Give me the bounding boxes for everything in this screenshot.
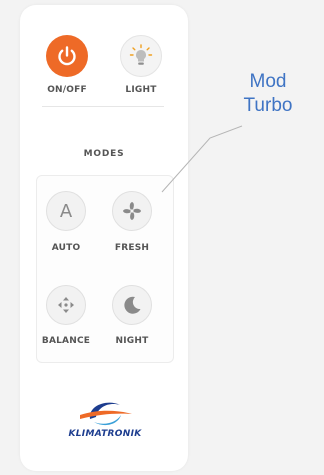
callout-label: Mod Turbo [228,70,308,118]
power-button[interactable] [46,35,88,77]
mode-auto-button[interactable]: A [46,191,86,231]
remote-control: ON/OFF LIGHT MODES A AUTO FRESH BALANCE … [20,5,188,471]
divider [42,106,164,107]
callout-line-2: Turbo [243,95,293,116]
balance-icon [58,297,74,313]
power-label: ON/OFF [47,85,87,95]
mode-night-button[interactable] [112,285,152,325]
letter-a-icon: A [60,201,73,222]
moon-icon [124,296,141,314]
callout-line-1: Mod [249,71,287,92]
mode-fresh-label: FRESH [114,243,150,253]
brand-name: KLIMATRONIK [68,429,142,439]
mode-auto-label: AUTO [51,243,81,253]
fan-icon [123,202,141,220]
mode-night-label: NIGHT [115,336,149,346]
mode-balance-button[interactable] [46,285,86,325]
mode-fresh-button[interactable] [112,191,152,231]
svg-text:A: A [60,201,73,222]
light-button[interactable] [120,35,162,77]
power-icon [58,46,76,66]
modes-title: MODES [83,149,125,159]
mode-balance-label: BALANCE [41,336,91,346]
logo-swoosh-icon [80,402,132,426]
brand-logo: KLIMATRONIK [58,395,152,445]
lightbulb-icon [129,44,153,65]
light-label: LIGHT [125,85,157,95]
